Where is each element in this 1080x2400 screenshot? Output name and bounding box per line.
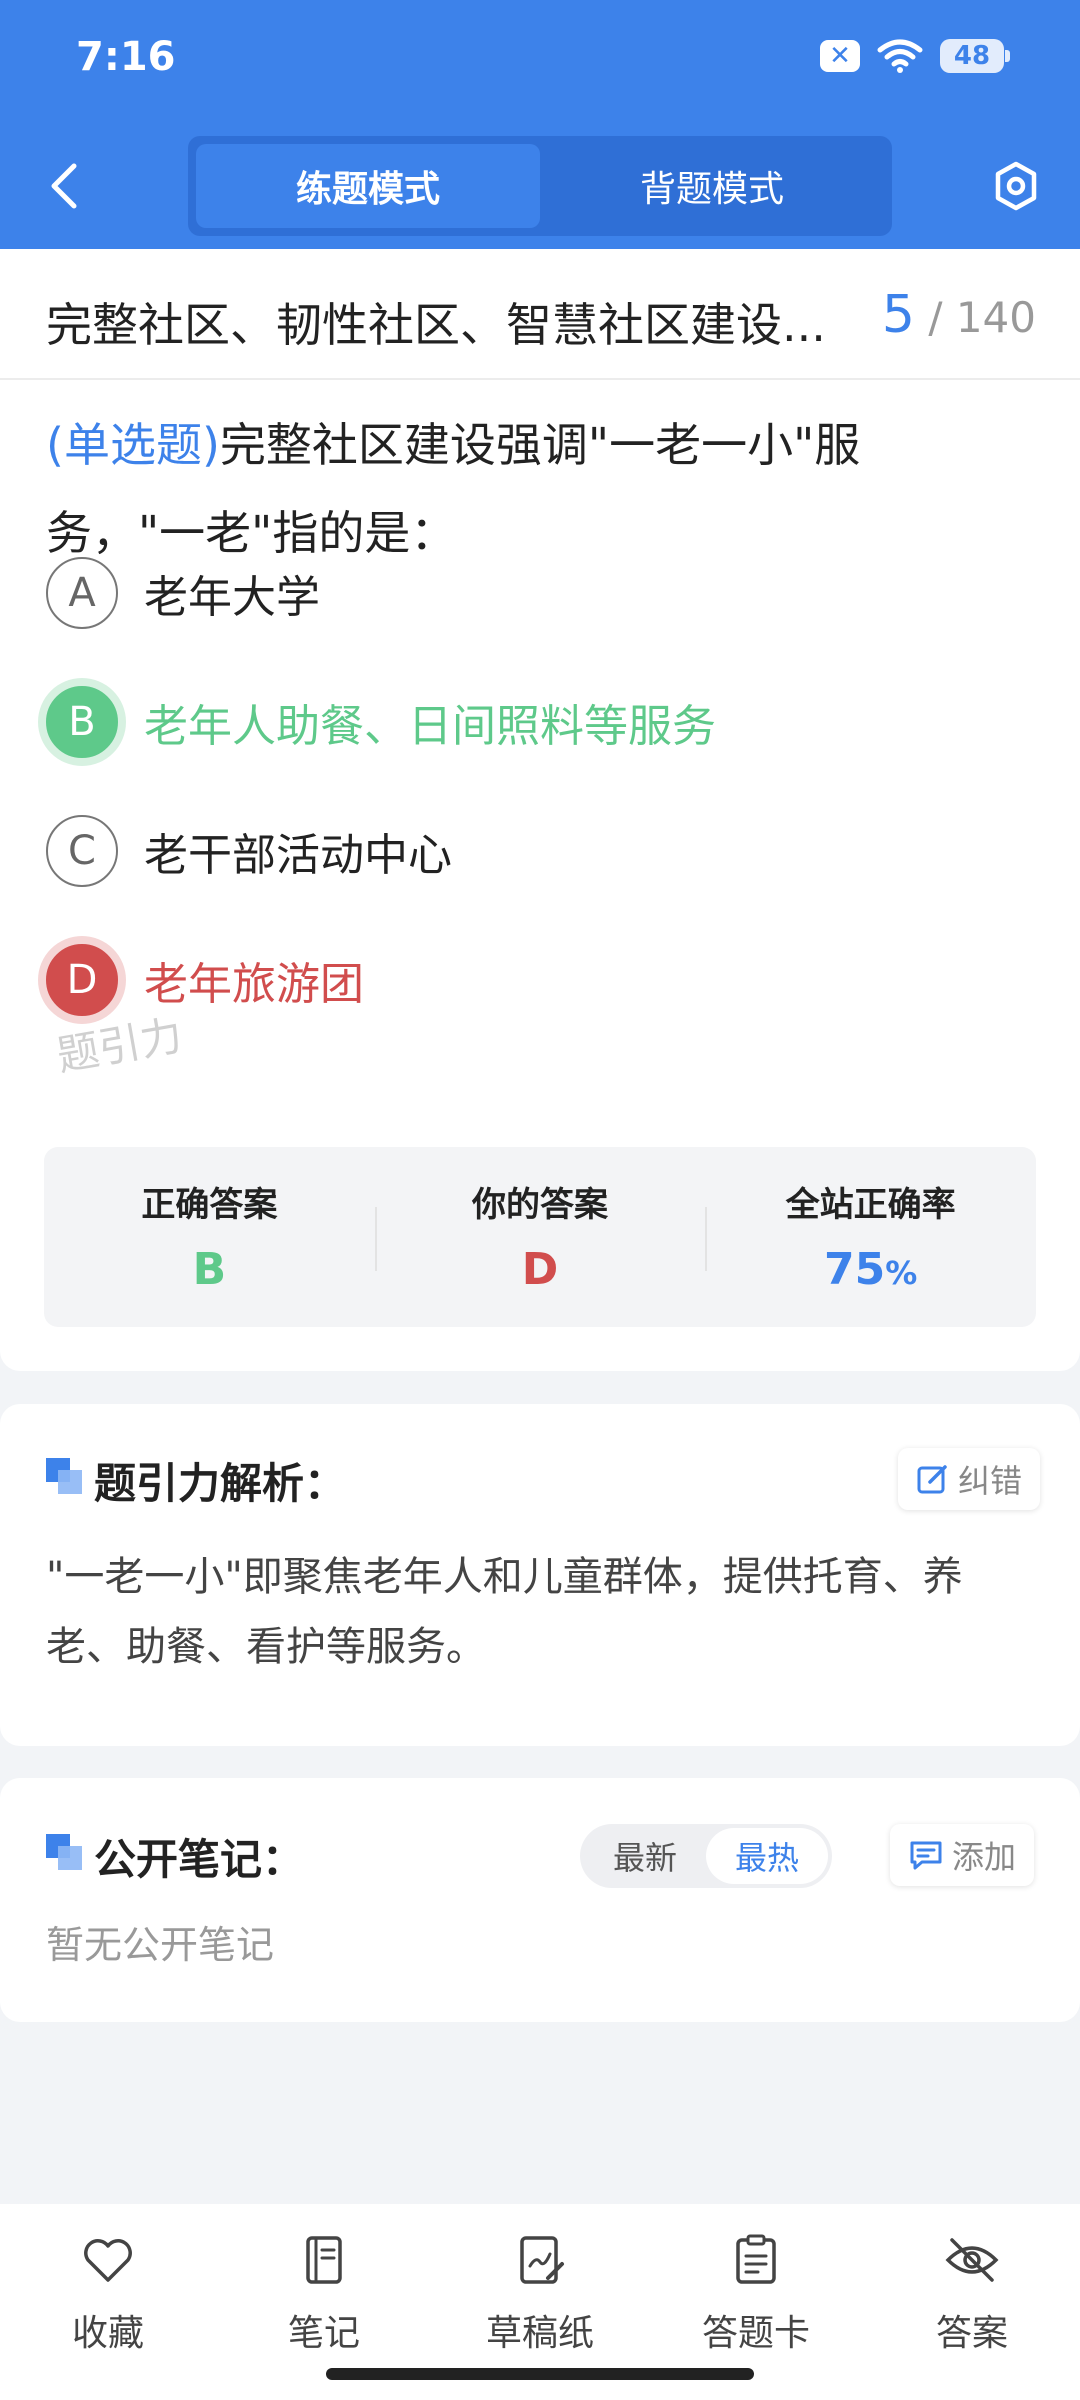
notebook-icon — [306, 2236, 342, 2284]
accuracy-unit: % — [885, 1254, 918, 1292]
question-stem: (单选题)完整社区建设强调"一老一小"服务，"一老"指的是： — [46, 401, 946, 577]
notes-sort-toggle: 最新 最热 — [580, 1824, 832, 1888]
current-question-number: 5 — [881, 285, 915, 345]
add-note-label: 添加 — [952, 1838, 1017, 1876]
accuracy-number: 75 — [824, 1244, 886, 1295]
option-text: 老年旅游团 — [144, 959, 364, 1010]
answer-sheet-icon — [736, 2234, 776, 2284]
nav-show-answer-label: 答案 — [935, 2313, 1008, 2354]
option-letter: A — [46, 557, 118, 629]
option-d[interactable]: D 老年旅游团 — [46, 944, 364, 1016]
your-answer-block: 你的答案 D — [374, 1147, 706, 1327]
option-c[interactable]: C 老干部活动中心 — [46, 815, 452, 887]
comment-icon — [910, 1841, 942, 1870]
add-note-button[interactable]: 添加 — [890, 1824, 1035, 1886]
accuracy-block: 全站正确率 75% — [705, 1147, 1036, 1327]
correct-answer-value: B — [192, 1244, 227, 1295]
tab-memorize-mode[interactable]: 背题模式 — [540, 144, 884, 228]
section-icon — [46, 1458, 82, 1494]
heart-icon — [84, 2239, 132, 2282]
correct-answer-block: 正确答案 B — [44, 1147, 375, 1327]
status-time: 7:16 — [76, 34, 176, 80]
analysis-card: 题引力解析： 纠错 "一老一小"即聚焦老年人和儿童群体，提供托育、养老、助餐、看… — [0, 1404, 1080, 1746]
notes-empty-text: 暂无公开笔记 — [46, 1923, 275, 1967]
analysis-text: "一老一小"即聚焦老年人和儿童群体，提供托育、养老、助餐、看护等服务。 — [46, 1554, 963, 1670]
option-b[interactable]: B 老年人助餐、日间照料等服务 — [46, 686, 716, 758]
chapter-title: 完整社区、韧性社区、智慧社区建设... — [46, 298, 826, 352]
nav-favorite-label: 收藏 — [71, 2313, 144, 2354]
mode-toggle: 练题模式 背题模式 — [188, 136, 892, 236]
sort-newest[interactable]: 最新 — [584, 1828, 706, 1884]
draft-paper-icon — [520, 2236, 564, 2284]
question-type: (单选题) — [46, 418, 220, 472]
question-card: 完整社区、韧性社区、智慧社区建设... 5 / 140 (单选题)完整社区建设强… — [0, 249, 1080, 1371]
eye-off-icon — [945, 2238, 999, 2282]
no-sim-icon: ✕ — [820, 40, 860, 72]
back-icon[interactable] — [44, 158, 84, 214]
settings-icon[interactable] — [990, 158, 1042, 214]
battery-indicator: 48 — [940, 39, 1010, 73]
correct-answer-label: 正确答案 — [141, 1185, 278, 1225]
accuracy-label: 全站正确率 — [785, 1185, 956, 1225]
nav-draft-label: 草稿纸 — [485, 2313, 594, 2354]
nav-answer-sheet-label: 答题卡 — [701, 2313, 810, 2354]
option-text: 老年大学 — [144, 572, 320, 623]
option-letter: B — [46, 686, 118, 758]
status-icons: ✕ 48 — [820, 38, 1010, 74]
option-letter: C — [46, 815, 118, 887]
analysis-title: 题引力解析： — [94, 1459, 347, 1508]
accuracy-value: 75% — [824, 1244, 917, 1295]
app-header: 7:16 ✕ 48 练题模式 背题模式 — [0, 0, 1080, 249]
answer-summary: 正确答案 B 你的答案 D 全站正确率 75% — [44, 1147, 1036, 1327]
total-questions: / 140 — [928, 293, 1036, 342]
option-text: 老年人助餐、日间照料等服务 — [144, 701, 716, 752]
notes-title: 公开笔记： — [94, 1835, 305, 1884]
sort-hottest[interactable]: 最热 — [706, 1828, 828, 1884]
section-icon — [46, 1834, 82, 1870]
your-answer-label: 你的答案 — [472, 1185, 608, 1225]
wifi-icon — [877, 39, 923, 73]
your-answer-value: D — [521, 1244, 559, 1295]
option-letter: D — [46, 944, 118, 1016]
nav-notes-label: 笔记 — [287, 2313, 360, 2354]
option-text: 老干部活动中心 — [144, 830, 452, 881]
nav-favorite[interactable]: 收藏 — [0, 2204, 216, 2400]
report-error-button[interactable]: 纠错 — [898, 1448, 1041, 1510]
report-error-label: 纠错 — [958, 1462, 1023, 1500]
edit-icon — [917, 1465, 947, 1494]
tab-practice-mode[interactable]: 练题模式 — [196, 144, 540, 228]
option-a[interactable]: A 老年大学 — [46, 557, 320, 629]
question-title-row: 完整社区、韧性社区、智慧社区建设... 5 / 140 — [0, 249, 1080, 380]
home-indicator — [326, 2368, 754, 2380]
notes-card: 公开笔记： 最新 最热 添加 暂无公开笔记 — [0, 1778, 1080, 2022]
nav-show-answer[interactable]: 答案 — [864, 2204, 1080, 2400]
question-counter: 5 / 140 — [882, 285, 1036, 345]
